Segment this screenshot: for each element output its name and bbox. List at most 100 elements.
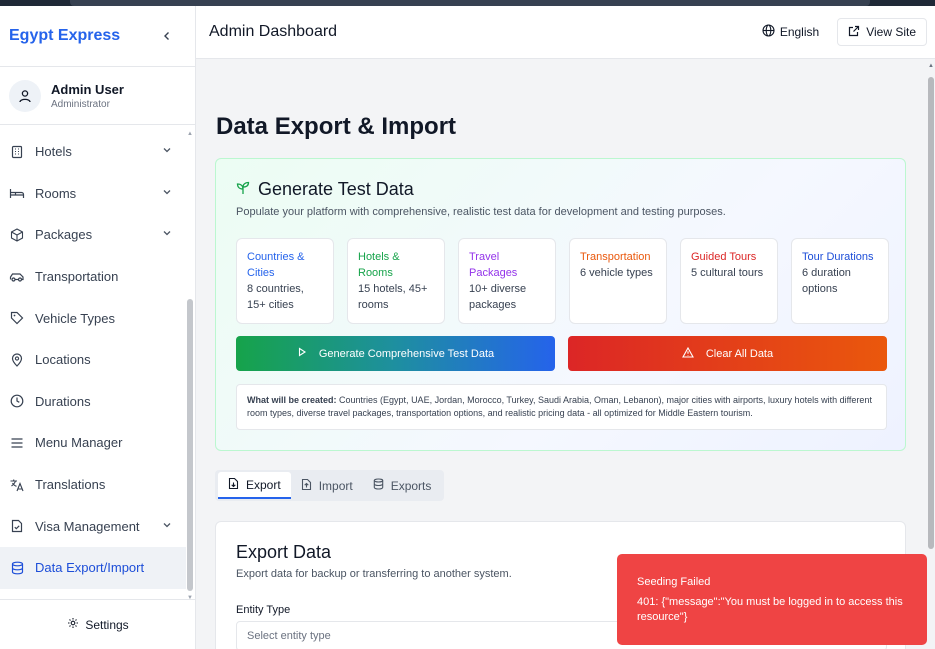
sprout-icon [236,179,250,200]
sidebar-item-label: Data Export/Import [35,560,145,576]
stat-card-transportation: Transportation 6 vehicle types [569,238,667,324]
database-icon [373,478,384,493]
export-description: Export data for backup or transferring t… [236,568,512,580]
languages-icon [9,477,25,493]
stat-card-durations: Tour Durations 6 duration options [791,238,889,324]
sidebar-item-packages[interactable]: Packages [0,214,186,256]
what-will-be-created-note: What will be created: Countries (Egypt, … [236,384,887,430]
sidebar-item-label: Hotels [35,144,72,160]
main-scrollbar[interactable]: ▲ [927,59,935,649]
error-toast[interactable]: Seeding Failed 401: {"message":"You must… [617,554,927,645]
map-pin-icon [9,352,25,368]
car-icon [9,269,25,285]
toast-title: Seeding Failed [637,576,711,588]
tab-import[interactable]: Import [291,472,363,499]
settings-label: Settings [85,617,129,632]
sidebar-nav: Hotels Rooms Packages Transportation Veh… [0,131,186,601]
language-label: English [779,25,820,39]
scroll-up-arrow-icon[interactable]: ▲ [187,131,193,137]
clear-all-data-button[interactable]: Clear All Data [568,336,887,371]
sidebar-item-hotels[interactable]: Hotels [0,131,186,173]
sidebar-item-label: Locations [35,352,91,368]
page-title: Data Export & Import [216,113,457,140]
sidebar-item-durations[interactable]: Durations [0,381,186,423]
tab-label: Import [318,478,353,493]
file-upload-icon [301,478,312,494]
chevron-down-icon [162,228,172,241]
menu-icon [9,435,25,451]
stat-card-packages: Travel Packages 10+ diverse packages [458,238,556,324]
stat-title: Travel Packages [469,251,518,279]
sidebar-item-rooms[interactable]: Rooms [0,173,186,215]
stat-desc: 6 vehicle types [580,267,653,279]
sidebar-item-menu-manager[interactable]: Menu Manager [0,422,186,464]
collapse-sidebar-icon[interactable] [157,28,177,44]
settings-button[interactable]: Settings [0,599,196,649]
chevron-down-icon [162,520,172,533]
scroll-up-arrow-icon[interactable]: ▲ [927,63,935,69]
chevron-down-icon [162,145,172,158]
sidebar-item-label: Transportation [35,269,119,285]
sidebar-scrollbar[interactable]: ▲ ▼ [187,131,193,601]
sidebar-item-transportation[interactable]: Transportation [0,256,186,298]
stat-title: Countries & Cities [247,251,305,279]
tab-export[interactable]: Export [218,472,291,499]
sidebar-item-locations[interactable]: Locations [0,339,186,381]
stat-card-countries: Countries & Cities 8 countries, 15+ citi… [236,238,334,324]
tab-exports[interactable]: Exports [363,472,442,499]
database-icon [9,560,25,576]
language-selector[interactable]: English [762,24,819,40]
sidebar: Egypt Express Admin User Administrator H… [0,6,196,649]
sidebar-item-label: Vehicle Types [35,310,115,326]
sidebar-item-data-export-import[interactable]: Data Export/Import [0,546,186,589]
stats-grid: Countries & Cities 8 countries, 15+ citi… [236,238,889,324]
sidebar-item-visa-management[interactable]: Visa Management [0,505,186,547]
stat-desc: 10+ diverse packages [469,283,527,311]
stat-desc: 8 countries, 15+ cities [247,283,304,311]
tab-label: Export [246,477,281,492]
user-role: Administrator [51,98,110,110]
view-site-button[interactable]: View Site [837,18,927,46]
clock-icon [9,393,25,409]
main-scroll-thumb[interactable] [928,77,934,549]
warning-icon [681,346,694,361]
tab-label: Exports [390,478,432,493]
brand-title[interactable]: Egypt Express [9,27,120,45]
chevron-down-icon [162,187,172,200]
user-profile[interactable]: Admin User Administrator [0,67,195,125]
tag-icon [9,310,25,326]
toast-message: 401: {"message":"You must be logged in t… [637,596,903,623]
view-site-label: View Site [866,25,916,39]
sidebar-item-label: Durations [35,393,91,409]
stat-title: Hotels & Rooms [358,251,400,279]
sidebar-brand: Egypt Express [0,6,195,67]
bed-icon [9,185,25,201]
generate-title-text: Generate Test Data [258,179,414,199]
stat-desc: 15 hotels, 45+ rooms [358,283,428,311]
entity-type-label: Entity Type [236,604,291,616]
stat-desc: 6 duration options [802,267,851,295]
generate-title: Generate Test Data [236,179,414,200]
stat-title: Tour Durations [802,251,874,263]
generate-description: Populate your platform with comprehensiv… [236,206,726,218]
file-check-icon [9,518,25,534]
globe-icon [762,24,775,40]
file-download-icon [228,477,239,493]
user-name: Admin User [51,81,124,97]
stat-card-hotels: Hotels & Rooms 15 hotels, 45+ rooms [347,238,445,324]
sidebar-item-label: Visa Management [35,518,140,534]
export-import-tabs: Export Import Exports [215,470,445,501]
sidebar-item-label: Rooms [35,185,77,201]
generate-test-data-button[interactable]: Generate Comprehensive Test Data [236,336,555,371]
clear-button-label: Clear All Data [705,347,774,360]
note-label: What will be created: [247,395,337,405]
play-icon [297,347,307,360]
user-avatar-icon [9,79,41,112]
generate-button-label: Generate Comprehensive Test Data [318,347,495,360]
sidebar-item-vehicle-types[interactable]: Vehicle Types [0,297,186,339]
sidebar-item-translations[interactable]: Translations [0,464,186,506]
stat-title: Guided Tours [691,251,757,263]
sidebar-scroll-thumb[interactable] [187,299,193,591]
package-icon [9,227,25,243]
stat-desc: 5 cultural tours [691,267,764,279]
